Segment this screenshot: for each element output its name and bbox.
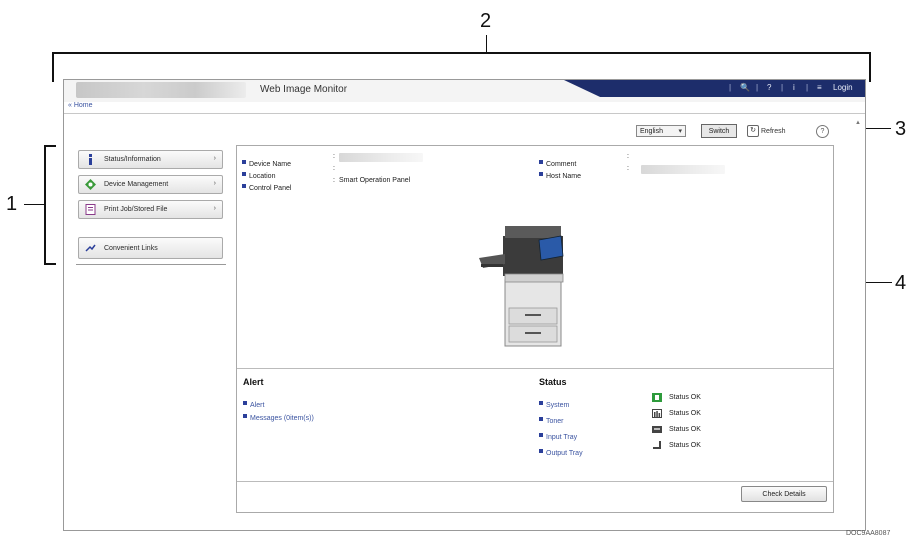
callout-4: 4 bbox=[895, 272, 907, 294]
help-icon[interactable]: ? bbox=[767, 83, 771, 92]
callout-2: 2 bbox=[480, 10, 492, 32]
toner-icon bbox=[652, 409, 662, 418]
bullet-icon bbox=[242, 183, 246, 188]
callout-2-stem bbox=[486, 35, 487, 52]
language-select-value: English bbox=[640, 128, 663, 135]
chevron-right-icon: › bbox=[213, 180, 216, 187]
bullet-icon bbox=[539, 416, 543, 421]
callout-1-bracket-top bbox=[44, 145, 56, 147]
breadcrumb-home[interactable]: « Home bbox=[68, 102, 93, 109]
control-panel-value: Smart Operation Panel bbox=[339, 177, 411, 184]
bullet-icon bbox=[243, 413, 247, 418]
login-link[interactable]: Login bbox=[833, 83, 853, 92]
bullet-icon bbox=[539, 171, 543, 176]
footer-divider bbox=[237, 481, 833, 482]
sidebar-item-label: Convenient Links bbox=[104, 245, 158, 252]
scroll-up-icon[interactable]: ▲ bbox=[854, 120, 862, 132]
colon: : bbox=[627, 153, 629, 160]
sidebar-divider bbox=[76, 264, 226, 265]
output-tray-icon bbox=[653, 441, 661, 449]
sidebar-item-label: Status/Information bbox=[104, 156, 161, 163]
language-select[interactable]: English ▾ bbox=[636, 125, 686, 137]
bullet-icon bbox=[242, 159, 246, 164]
sidebar-item-convenient-links[interactable]: Convenient Links bbox=[78, 237, 223, 259]
breadcrumb-bar: « Home bbox=[64, 102, 865, 114]
messages-link[interactable]: Messages (0item(s)) bbox=[250, 415, 314, 422]
status-value: Status OK bbox=[669, 442, 701, 449]
colon: : bbox=[333, 165, 335, 172]
bullet-icon bbox=[539, 159, 543, 164]
bullet-icon bbox=[242, 171, 246, 176]
callout-1-stem bbox=[24, 204, 44, 205]
info-icon[interactable]: i bbox=[793, 83, 795, 92]
host-name-label: Host Name bbox=[546, 173, 582, 180]
chevron-right-icon: › bbox=[213, 205, 216, 212]
section-divider bbox=[237, 368, 833, 369]
status-label[interactable]: System bbox=[546, 402, 569, 409]
messages-link-row: Messages (0item(s)) bbox=[243, 407, 314, 425]
status-label[interactable]: Input Tray bbox=[546, 434, 577, 441]
sidebar-item-label: Print Job/Stored File bbox=[104, 206, 168, 213]
bullet-icon bbox=[539, 400, 543, 405]
sidebar-item-device-management[interactable]: Device Management › bbox=[78, 175, 223, 194]
bullet-icon bbox=[243, 400, 247, 405]
chevron-right-icon: › bbox=[213, 155, 216, 162]
host-name-row: Host Name bbox=[539, 165, 581, 183]
refresh-label: Refresh bbox=[761, 127, 786, 135]
switch-button[interactable]: Switch bbox=[701, 124, 737, 138]
status-title: Status bbox=[539, 377, 567, 387]
callout-2-bracket-right bbox=[869, 52, 871, 82]
content-panel: Device Name : Location : Control Panel :… bbox=[236, 145, 834, 513]
app-title: Web Image Monitor bbox=[260, 84, 348, 95]
callout-2-bracket-left bbox=[52, 52, 54, 82]
callout-1: 1 bbox=[6, 193, 18, 215]
colon: : bbox=[333, 153, 335, 160]
check-details-button[interactable]: Check Details bbox=[741, 486, 827, 502]
printer-image bbox=[479, 226, 564, 347]
status-value: Status OK bbox=[669, 426, 701, 433]
sidebar-item-print-job-stored-file[interactable]: Print Job/Stored File › bbox=[78, 200, 223, 219]
control-panel-label: Control Panel bbox=[249, 185, 292, 192]
status-row-output-tray: Output Tray bbox=[539, 442, 583, 460]
host-name-value bbox=[641, 165, 725, 174]
status-label[interactable]: Toner bbox=[546, 418, 564, 425]
logo bbox=[76, 82, 246, 98]
callout-1-bracket bbox=[44, 145, 46, 265]
status-label[interactable]: Output Tray bbox=[546, 450, 583, 457]
status-value: Status OK bbox=[669, 394, 701, 401]
control-panel-row: Control Panel bbox=[242, 177, 291, 195]
callout-2-bracket bbox=[52, 52, 871, 54]
refresh-button[interactable]: ↻ Refresh bbox=[747, 125, 786, 138]
bullet-icon bbox=[539, 432, 543, 437]
callout-1-bracket-bottom bbox=[44, 263, 56, 265]
system-icon bbox=[652, 393, 662, 402]
device-name-value bbox=[339, 153, 423, 162]
sidebar-item-status-information[interactable]: Status/Information › bbox=[78, 150, 223, 169]
callout-3: 3 bbox=[895, 118, 907, 140]
refresh-icon: ↻ bbox=[747, 125, 759, 137]
link-icon bbox=[85, 244, 96, 252]
header-separator: | bbox=[756, 83, 759, 92]
header-separator: | bbox=[806, 83, 809, 92]
help-circle-icon[interactable]: ? bbox=[816, 125, 829, 138]
menu-icon[interactable]: ≡ bbox=[817, 83, 822, 92]
document-code: DOC9AA8087 bbox=[846, 530, 891, 537]
colon: : bbox=[333, 177, 335, 184]
device-management-icon bbox=[85, 179, 96, 190]
header-separator: | bbox=[729, 83, 732, 92]
status-value: Status OK bbox=[669, 410, 701, 417]
chevron-down-icon: ▾ bbox=[678, 128, 682, 135]
alert-title: Alert bbox=[243, 377, 264, 387]
print-job-icon bbox=[85, 204, 96, 215]
sidebar-item-label: Device Management bbox=[104, 181, 169, 188]
info-icon bbox=[89, 154, 92, 165]
bullet-icon bbox=[539, 448, 543, 453]
search-icon[interactable]: 🔍 bbox=[740, 83, 750, 92]
browser-window: Web Image Monitor | 🔍 | ? | i | ≡ Login … bbox=[63, 79, 866, 531]
input-tray-icon bbox=[652, 426, 662, 433]
colon: : bbox=[627, 165, 629, 172]
header: Web Image Monitor | 🔍 | ? | i | ≡ Login bbox=[64, 80, 865, 102]
header-separator: | bbox=[781, 83, 784, 92]
